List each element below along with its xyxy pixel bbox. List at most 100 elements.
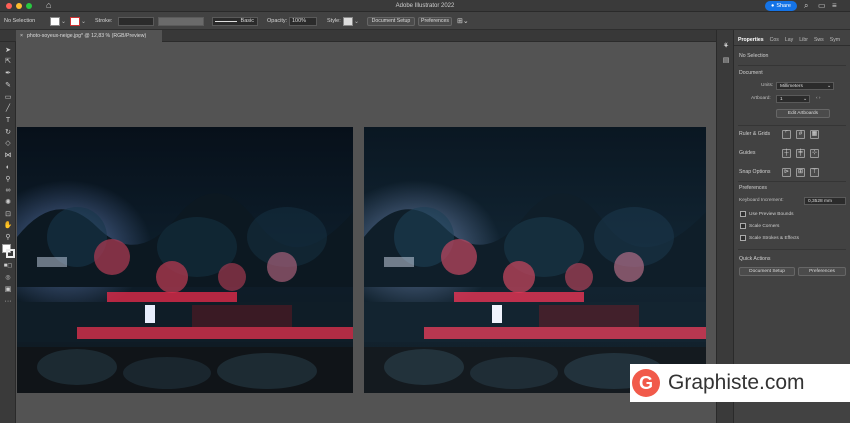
quick-preferences-button[interactable]: Preferences xyxy=(798,267,846,276)
search-icon[interactable]: ⌕ xyxy=(804,1,808,11)
units-value: Millimeters xyxy=(780,83,803,89)
snap-to-pixel-icon[interactable]: ⊞ xyxy=(796,168,805,177)
variable-width-profile[interactable] xyxy=(158,16,204,26)
chevron-down-icon: ⌄ xyxy=(802,96,807,102)
photo-edited-image xyxy=(364,127,706,393)
preferences-button[interactable]: Preferences xyxy=(418,16,452,26)
checkbox-box xyxy=(740,223,746,229)
artboard-tool-icon[interactable]: ⊡ xyxy=(3,210,13,219)
snap-to-point-icon[interactable]: ⊳ xyxy=(782,168,791,177)
artboard-value: 1 xyxy=(780,96,783,102)
home-icon[interactable]: ⌂ xyxy=(46,1,55,10)
width-tool-icon[interactable]: ⋈ xyxy=(3,151,13,160)
rulers-grids-label: Ruler & Grids xyxy=(739,131,771,137)
divider xyxy=(738,249,846,250)
selection-state: No Selection xyxy=(739,53,769,59)
eyedropper-tool-icon[interactable]: ⚲ xyxy=(3,175,13,184)
watermark: G Graphiste.com xyxy=(630,364,850,402)
brush-stroke-preview xyxy=(215,20,237,22)
artboard-nav-icon[interactable]: ‹ › xyxy=(816,96,821,101)
stroke-color-icon[interactable] xyxy=(6,249,15,258)
close-tab-icon[interactable]: × xyxy=(20,33,23,39)
tab-swatches[interactable]: Sws xyxy=(814,37,824,43)
smart-guides-icon[interactable]: ⊹ xyxy=(810,149,819,158)
scale-corners-checkbox[interactable]: Scale Corners xyxy=(740,223,779,229)
transparency-grid-icon[interactable]: ▦ xyxy=(810,130,819,139)
photo-original[interactable] xyxy=(17,127,353,393)
snap-to-glyph-icon[interactable]: ⊤ xyxy=(810,168,819,177)
pen-tool-icon[interactable]: ✒ xyxy=(3,69,13,78)
menu-icon[interactable]: ≡ xyxy=(832,1,837,10)
lock-guides-icon[interactable]: ╪ xyxy=(796,149,805,158)
window-controls xyxy=(6,2,32,9)
zoom-tool-icon[interactable]: ⚲ xyxy=(3,233,13,242)
artboard-canvas[interactable] xyxy=(17,42,716,423)
document-setup-button[interactable]: Document Setup xyxy=(367,16,415,26)
guides-icon[interactable]: ┼ xyxy=(782,149,791,158)
shape-builder-tool-icon[interactable]: ◐ xyxy=(3,163,13,172)
type-tool-icon[interactable]: T xyxy=(3,116,13,125)
grid-icon[interactable]: # xyxy=(796,130,805,139)
share-button[interactable]: ● Share xyxy=(765,1,797,11)
brush-definition[interactable]: Basic xyxy=(212,16,258,26)
layers-panel-icon[interactable]: ▤ xyxy=(721,56,731,65)
scale-strokes-checkbox[interactable]: Scale Strokes & Effects xyxy=(740,235,799,241)
edit-artboards-button[interactable]: Edit Artboards xyxy=(776,109,830,118)
ruler-icon[interactable]: ⌜ xyxy=(782,130,791,139)
screen-mode-icon[interactable]: ▣ xyxy=(3,285,13,294)
share-label: Share xyxy=(776,3,791,9)
arrange-icon[interactable]: ▭ xyxy=(818,1,826,10)
stroke-swatch[interactable]: ⌄ xyxy=(70,16,86,26)
more-tools-icon[interactable]: ··· xyxy=(3,297,13,306)
chevron-down-icon: ⌄ xyxy=(826,83,831,89)
arrange-documents-icon[interactable]: ⊞⌄ xyxy=(457,16,469,26)
brushes-panel-icon[interactable]: ✦ xyxy=(721,42,731,51)
document-tab[interactable]: × photo-soyeux-neige.jpg* @ 12,83 % (RGB… xyxy=(16,30,162,42)
document-tab-bar: × photo-soyeux-neige.jpg* @ 12,83 % (RGB… xyxy=(0,30,716,42)
blend-tool-icon[interactable]: ∞ xyxy=(3,186,13,195)
draw-mode-icon[interactable]: ◎ xyxy=(3,274,13,283)
checkbox-box xyxy=(740,211,746,217)
paintbrush-tool-icon[interactable]: ╱ xyxy=(3,104,13,113)
use-preview-bounds-checkbox[interactable]: Use Preview Bounds xyxy=(740,211,794,217)
direct-selection-tool-icon[interactable]: ⇱ xyxy=(3,57,13,66)
fill-swatch[interactable]: ⌄ xyxy=(50,16,66,26)
chevron-down-icon: ⌄ xyxy=(354,18,360,25)
eraser-tool-icon[interactable]: ◇ xyxy=(3,139,13,148)
color-mode-icon[interactable]: ■◻ xyxy=(3,262,13,271)
style-swatch[interactable]: ⌄ xyxy=(343,16,359,26)
units-label: Units: xyxy=(761,83,774,88)
chevron-down-icon: ⌄ xyxy=(81,18,87,25)
document-heading: Document xyxy=(739,70,763,76)
selection-tool-icon[interactable]: ➤ xyxy=(3,46,13,55)
brush-label: Basic xyxy=(240,18,254,24)
symbol-sprayer-tool-icon[interactable]: ✺ xyxy=(3,198,13,207)
tab-libraries[interactable]: Libr xyxy=(799,37,808,43)
stroke-weight-field[interactable] xyxy=(118,16,154,26)
tab-symbols[interactable]: Sym xyxy=(830,37,840,43)
tab-color[interactable]: Cos xyxy=(770,37,779,43)
opacity-field[interactable]: 100% xyxy=(289,16,317,26)
hand-tool-icon[interactable]: ✋ xyxy=(3,221,13,230)
zoom-window-button[interactable] xyxy=(26,2,32,9)
units-select[interactable]: Millimeters ⌄ xyxy=(776,82,834,90)
quick-document-setup-button[interactable]: Document Setup xyxy=(739,267,795,276)
opacity-label: Opacity: xyxy=(267,18,288,24)
minimize-window-button[interactable] xyxy=(16,2,22,9)
keyboard-increment-field[interactable]: 0,3528 mm xyxy=(804,197,846,205)
photo-original-image xyxy=(17,127,353,393)
artboard-select[interactable]: 1 ⌄ xyxy=(776,95,810,103)
snap-options-label: Snap Options xyxy=(739,169,771,175)
app-title: Adobe Illustrator 2022 xyxy=(395,2,455,9)
rotate-tool-icon[interactable]: ↻ xyxy=(3,128,13,137)
tab-properties[interactable]: Properties xyxy=(738,37,764,43)
divider xyxy=(738,181,846,182)
rectangle-tool-icon[interactable]: ▭ xyxy=(3,93,13,102)
curvature-tool-icon[interactable]: ✎ xyxy=(3,81,13,90)
quick-actions-heading: Quick Actions xyxy=(739,256,771,262)
document-tab-title: photo-soyeux-neige.jpg* @ 12,83 % (RGB/P… xyxy=(27,33,147,39)
photo-edited[interactable] xyxy=(364,127,706,393)
close-window-button[interactable] xyxy=(6,2,12,9)
artboard-label: Artboard: xyxy=(751,96,771,101)
tab-layers[interactable]: Lay xyxy=(785,37,793,43)
